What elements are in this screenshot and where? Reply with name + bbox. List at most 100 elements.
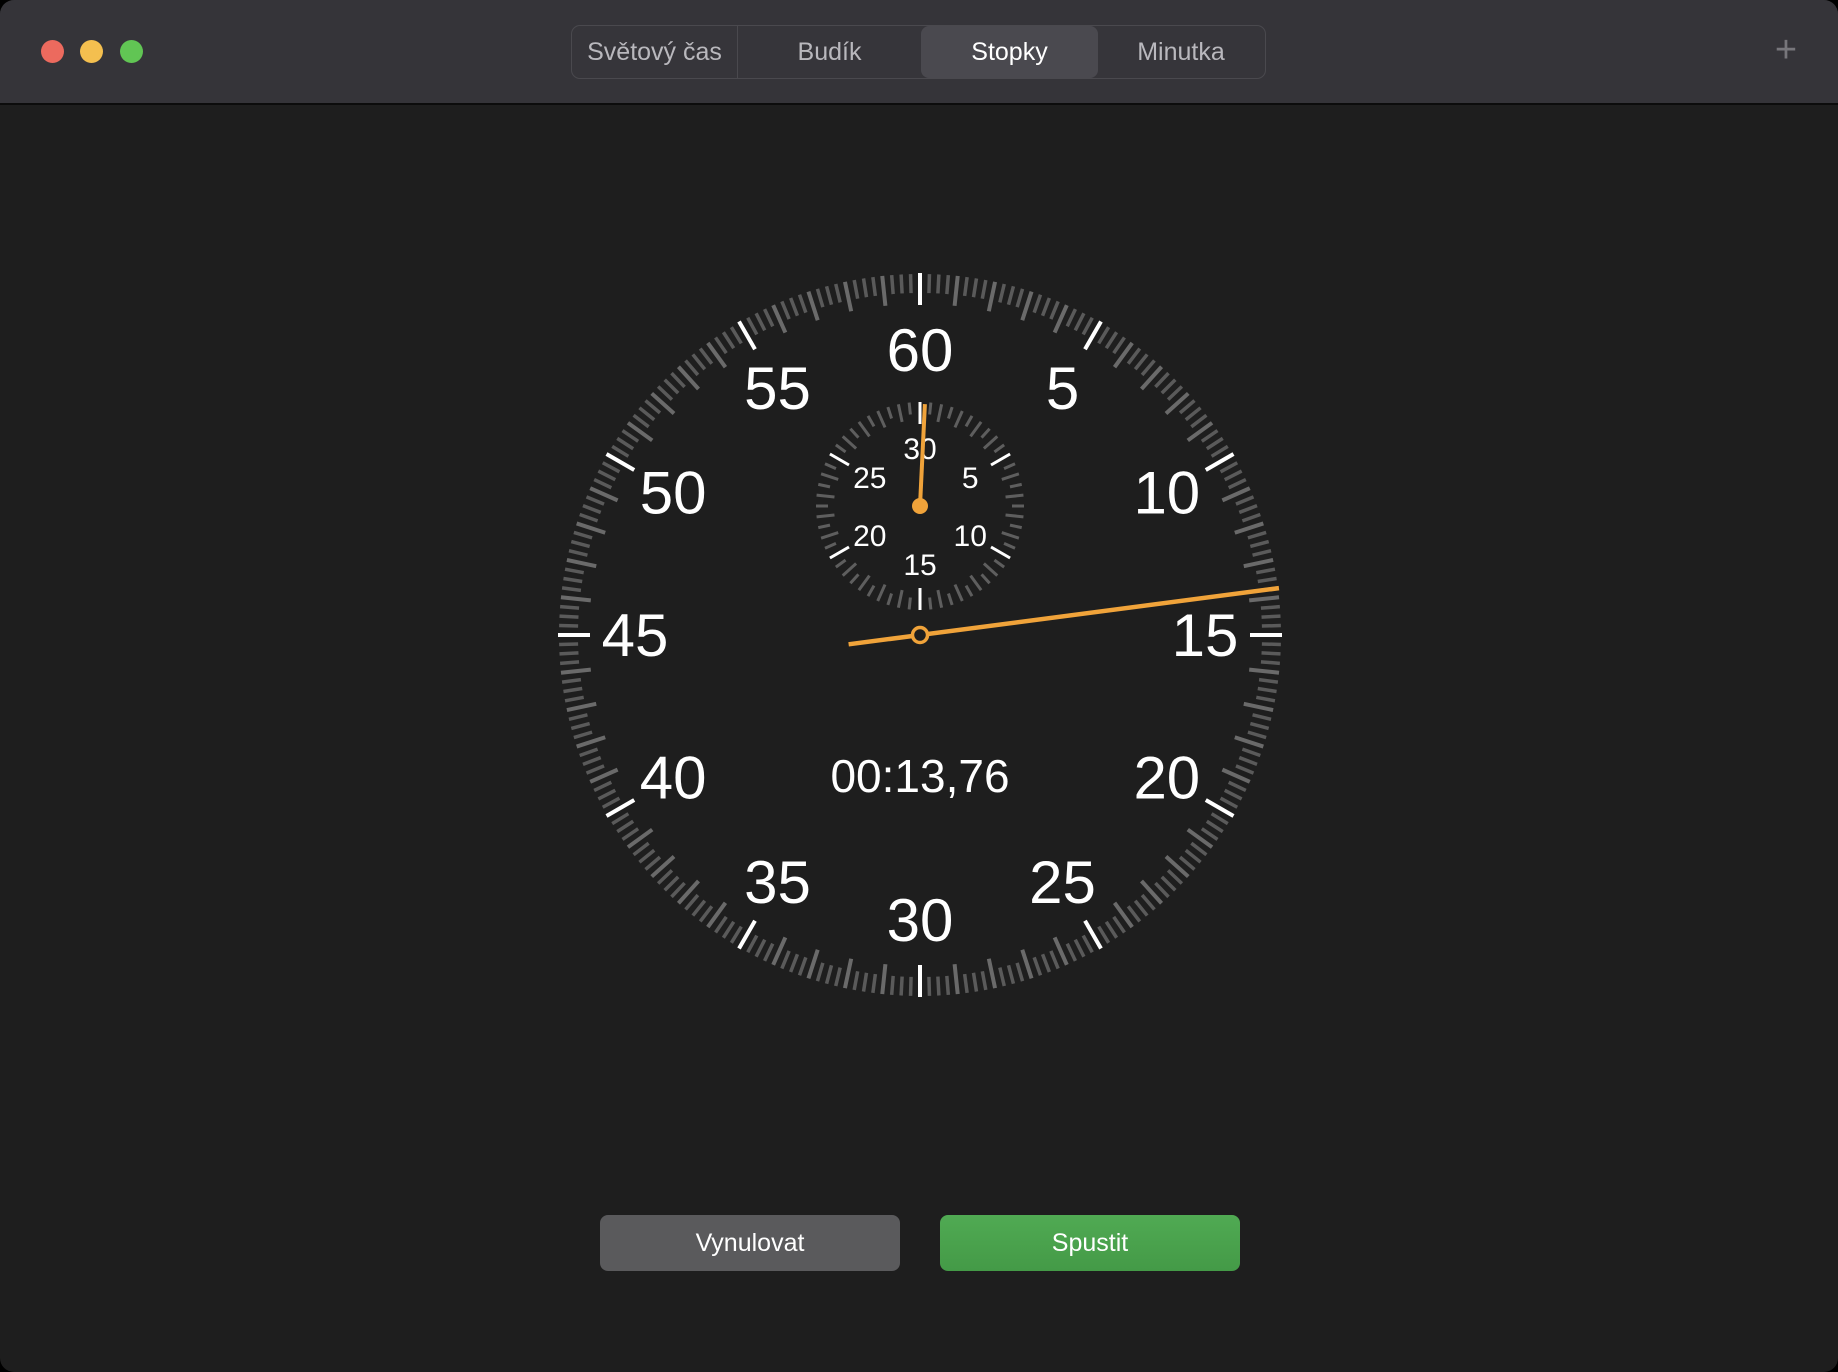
second-tick [806,291,820,321]
quarter-tick [1219,796,1239,809]
quarter-tick [1006,964,1016,985]
quarter-tick [1006,285,1016,306]
second-tick [1020,291,1034,321]
quarter-tick [1260,660,1281,666]
quarter-tick [1154,371,1170,389]
start-button[interactable]: Spustit [940,1215,1240,1271]
sub-minor-tick [953,583,964,602]
sub-major-tick [829,452,850,467]
quarter-tick [1049,950,1060,970]
quarter-tick [1184,848,1202,864]
quarter-tick [568,549,588,557]
sub-minor-tick [964,415,974,428]
sub-minor-tick [982,562,999,577]
dial-label: 60 [887,317,954,384]
sub-dial-label: 25 [853,462,886,495]
reset-button[interactable]: Vynulovat [600,1215,900,1271]
tab-timer[interactable]: Minutka [1098,26,1264,78]
quarter-tick [579,747,599,758]
quarter-tick [1235,764,1255,775]
quarter-tick [1126,905,1142,923]
quarter-tick [1104,331,1119,350]
quarter-tick [852,970,860,991]
dial-label: 10 [1133,460,1200,527]
tab-bar: Světový čas Budík Stopky Minutka [571,25,1266,79]
minute-hand-pivot [912,498,928,514]
quarter-tick [1235,495,1255,506]
quarter-tick [1200,429,1219,443]
quarter-tick [670,881,686,899]
minimize-button[interactable] [80,40,103,63]
second-tick [1243,701,1274,713]
quarter-tick [754,312,767,332]
sub-minor-tick [876,410,887,429]
quarter-tick [621,429,640,443]
tab-stopwatch[interactable]: Stopky [921,26,1098,78]
quarter-tick [889,274,895,295]
quarter-tick [1252,713,1272,721]
quarter-tick [1160,875,1177,892]
tab-alarm[interactable]: Budík [738,26,921,78]
sub-minor-tick [964,584,974,597]
sub-minor-tick [1001,531,1020,540]
quarter-tick [593,780,613,792]
dial-label: 40 [640,745,707,812]
sub-minor-tick [993,558,1006,569]
quarter-tick [824,964,834,985]
quarter-tick [1073,938,1086,958]
sub-minor-tick [907,597,912,610]
sub-minor-tick [993,443,1006,454]
quarter-tick [899,274,904,294]
quarter-tick [656,869,674,885]
close-button[interactable] [41,40,64,63]
quarter-tick [1097,925,1111,944]
second-tick [842,958,854,989]
quarter-tick [561,677,582,684]
second-tick [880,275,888,307]
quarter-tick [788,953,800,973]
sub-minor-tick [1003,542,1016,550]
second-hand-pivot [910,625,930,645]
quarter-tick [632,841,650,857]
quarter-tick [721,920,736,939]
quarter-tick [714,336,728,355]
quarter-tick [698,347,714,365]
quarter-tick [1073,312,1086,332]
quarter-tick [824,285,834,306]
quarter-tick [971,972,979,992]
second-tick [560,595,592,603]
quarter-tick [797,294,808,314]
quarter-tick [1247,530,1267,540]
quarter-tick [691,899,707,917]
sub-dial-label: 5 [962,462,979,495]
quarter-tick [1112,915,1126,934]
sub-minor-tick [1003,462,1016,470]
quarter-tick [1166,869,1184,885]
quarter-tick [1249,539,1270,549]
zoom-button[interactable] [120,40,143,63]
dial-label: 45 [602,602,669,669]
quarter-tick [1260,604,1281,610]
quarter-tick [1097,326,1111,345]
quarter-tick [746,316,759,336]
quarter-tick [1227,780,1247,792]
plus-icon[interactable]: + [1770,31,1802,69]
sub-dial-label: 20 [853,520,886,553]
elapsed-time: 00:13,76 [830,750,1009,802]
dial-label: 20 [1133,745,1200,812]
quarter-tick [1178,855,1196,871]
sub-minor-tick [876,583,887,602]
quarter-tick [1238,755,1258,767]
sub-minor-tick [816,513,835,519]
sub-minor-tick [982,435,999,450]
sub-major-tick [990,452,1011,467]
sub-minor-tick [907,402,912,415]
second-tick [1234,735,1264,749]
quarter-tick [763,308,775,328]
quarter-tick [1241,512,1261,523]
quarter-tick [945,274,951,295]
quarter-tick [871,973,878,994]
quarter-tick [1160,378,1177,395]
tab-world-clock[interactable]: Světový čas [572,26,738,78]
quarter-tick [980,970,988,991]
